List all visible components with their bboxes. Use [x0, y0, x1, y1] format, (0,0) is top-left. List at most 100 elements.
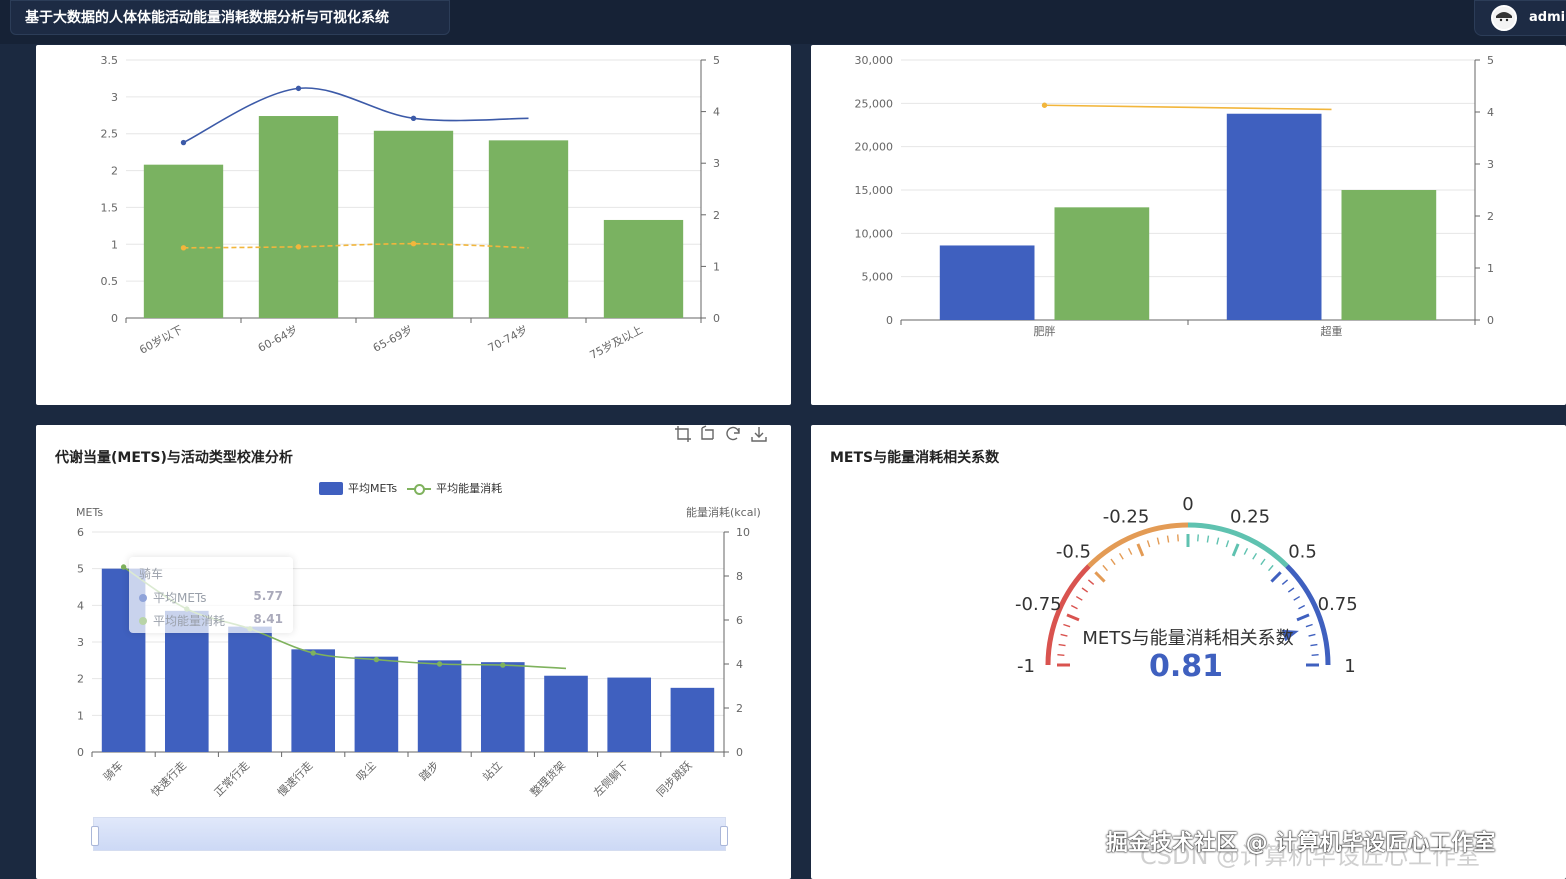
- line-point: [436, 661, 443, 667]
- bar: [417, 660, 462, 752]
- gauge-tick: [1075, 595, 1083, 601]
- y-tick-label: 25,000: [855, 97, 894, 110]
- bar: [1341, 190, 1437, 320]
- gauge-tick: [1146, 540, 1151, 548]
- gauge-tick: [1118, 552, 1124, 560]
- username: admin: [1529, 10, 1566, 25]
- restore-icon[interactable]: [724, 425, 742, 443]
- tooltip-value: 5.77: [253, 589, 283, 603]
- bar: [143, 164, 224, 318]
- datazoom-slider[interactable]: [91, 817, 728, 851]
- gauge-tick: [1066, 613, 1080, 622]
- legend: 平均METs 平均能量消耗: [319, 480, 502, 496]
- age-group-chart: 0 0.5 1 1.5 2 2.5 3 3.5 0 1 2 3 4 5 60岁以下 60-64岁 65-69岁 7…: [101, 54, 721, 362]
- bar: [373, 130, 454, 318]
- legend-line-label[interactable]: 平均能量消耗: [436, 480, 502, 496]
- avatar[interactable]: [1491, 5, 1517, 31]
- gauge-tick: [1267, 564, 1274, 572]
- gauge-tick: [1057, 654, 1065, 656]
- y-right-tick-label: 6: [736, 614, 743, 627]
- gauge-tick: [1102, 564, 1109, 572]
- y-right-tick-label: 2: [736, 702, 743, 715]
- gauge-tick: [1243, 547, 1249, 555]
- tooltip-label: 平均METs: [153, 591, 207, 605]
- user-menu[interactable]: admin: [1474, 0, 1566, 36]
- y-tick-label: 4: [77, 599, 84, 612]
- y-tick-label: 0.5: [101, 275, 119, 288]
- gauge-tick: [1270, 571, 1282, 583]
- gauge-tick-label: 0: [1182, 494, 1193, 515]
- y-tick-label: 3.5: [101, 54, 119, 67]
- x-tick-label: 骑车: [100, 758, 125, 783]
- gauge-tick: [1287, 587, 1295, 593]
- y-tick-label: 3: [111, 91, 118, 104]
- legend-bar-label[interactable]: 平均METs: [348, 480, 397, 496]
- datazoom-handle-left[interactable]: [91, 826, 99, 846]
- y-tick-label: 2.5: [101, 128, 119, 141]
- tooltip-label: 平均能量消耗: [153, 614, 226, 628]
- x-tick-label: 75岁及以上: [587, 322, 645, 362]
- bar: [1054, 207, 1150, 320]
- download-icon[interactable]: [750, 425, 768, 443]
- y-tick-label: 15,000: [855, 184, 894, 197]
- x-tick-label: 吸尘: [354, 759, 379, 784]
- y-right-tick-label: 8: [736, 570, 743, 583]
- gauge-tick: [1310, 643, 1318, 647]
- y-right-tick-label: 3: [713, 157, 720, 170]
- gauge-tick: [1281, 579, 1289, 586]
- gauge-tick-label: -0.25: [1103, 506, 1150, 527]
- y-tick-label: 3: [77, 636, 84, 649]
- gauge-tick-label: -0.5: [1056, 541, 1091, 562]
- line-point: [373, 656, 380, 663]
- gauge-tick-label: 0.75: [1318, 594, 1358, 615]
- bar: [291, 649, 336, 752]
- bar: [603, 219, 684, 318]
- gauge-tick: [1311, 654, 1319, 656]
- tooltip: 骑车 平均METs 5.77 平均能量消耗 8.41: [129, 557, 293, 633]
- gauge-tick: [1081, 587, 1089, 593]
- y-right-tick-label: 2: [713, 209, 720, 222]
- gauge-tick: [1177, 534, 1179, 542]
- zoom-reset-icon[interactable]: [698, 425, 716, 443]
- x-tick-label: 正常行走: [212, 759, 252, 799]
- gauge-tick: [1252, 552, 1258, 560]
- age-group-chart-panel: 0 0.5 1 1.5 2 2.5 3 3.5 0 1 2 3 4 5 60岁以下 60-64岁 65-69岁 7…: [36, 45, 791, 405]
- y-right-tick-label: 3: [1487, 158, 1494, 171]
- line-point: [500, 662, 506, 668]
- bmi-group-chart-panel: 0 5,000 10,000 15,000 20,000 25,000 30,000 0 1 2 3…: [811, 45, 1566, 405]
- legend-line-swatch[interactable]: [407, 482, 432, 495]
- y-tick-label: 1: [111, 238, 118, 251]
- y-tick-label: 1: [77, 709, 84, 722]
- gauge-tick-label: 1: [1344, 656, 1355, 677]
- x-tick-label: 整理货架: [527, 758, 568, 799]
- datazoom-fill: [94, 818, 725, 850]
- gauge-name: METS与能量消耗相关系数: [1082, 628, 1293, 649]
- correlation-gauge: -1 -0.75 -0.5 -0.25 0 0.25 0.5 0.75 1 METS与能量消耗相关…: [1015, 494, 1358, 684]
- gauge-tick: [1094, 571, 1106, 583]
- mets-activity-panel: 代谢当量(METS)与活动类型校准分析 METs 能量消耗(kcal) 0 1 2 3 4 5…: [36, 425, 791, 879]
- avatar-icon: [1493, 7, 1515, 29]
- gauge-tick: [1087, 579, 1095, 586]
- gauge-tick-label: 0.5: [1288, 541, 1317, 562]
- gauge-tick: [1298, 604, 1306, 610]
- bar: [670, 687, 715, 752]
- gauge-tick-label: 0.25: [1230, 506, 1270, 527]
- y-right-tick-label: 4: [736, 658, 743, 671]
- gauge-tick: [1058, 643, 1066, 647]
- tooltip-title: 骑车: [139, 567, 164, 581]
- legend-bar-swatch[interactable]: [319, 481, 343, 495]
- gauge-tick: [1308, 633, 1316, 637]
- y-tick-label: 0: [77, 746, 84, 759]
- line-point: [180, 245, 187, 251]
- y-tick-label: 0: [886, 314, 893, 327]
- tooltip-value: 8.41: [253, 612, 283, 626]
- datazoom-handle-right[interactable]: [720, 826, 728, 846]
- gauge-tick: [1156, 537, 1160, 545]
- x-tick-label: 60岁以下: [137, 322, 185, 356]
- y-tick-label: 30,000: [855, 54, 894, 67]
- x-tick-label: 60-64岁: [255, 322, 300, 355]
- watermark: 掘金技术社区 @ 计算机毕设匠心工作室: [1106, 831, 1496, 856]
- zoom-icon[interactable]: [674, 425, 692, 443]
- y-tick-label: 5: [77, 563, 84, 576]
- gauge-tick: [1063, 623, 1071, 628]
